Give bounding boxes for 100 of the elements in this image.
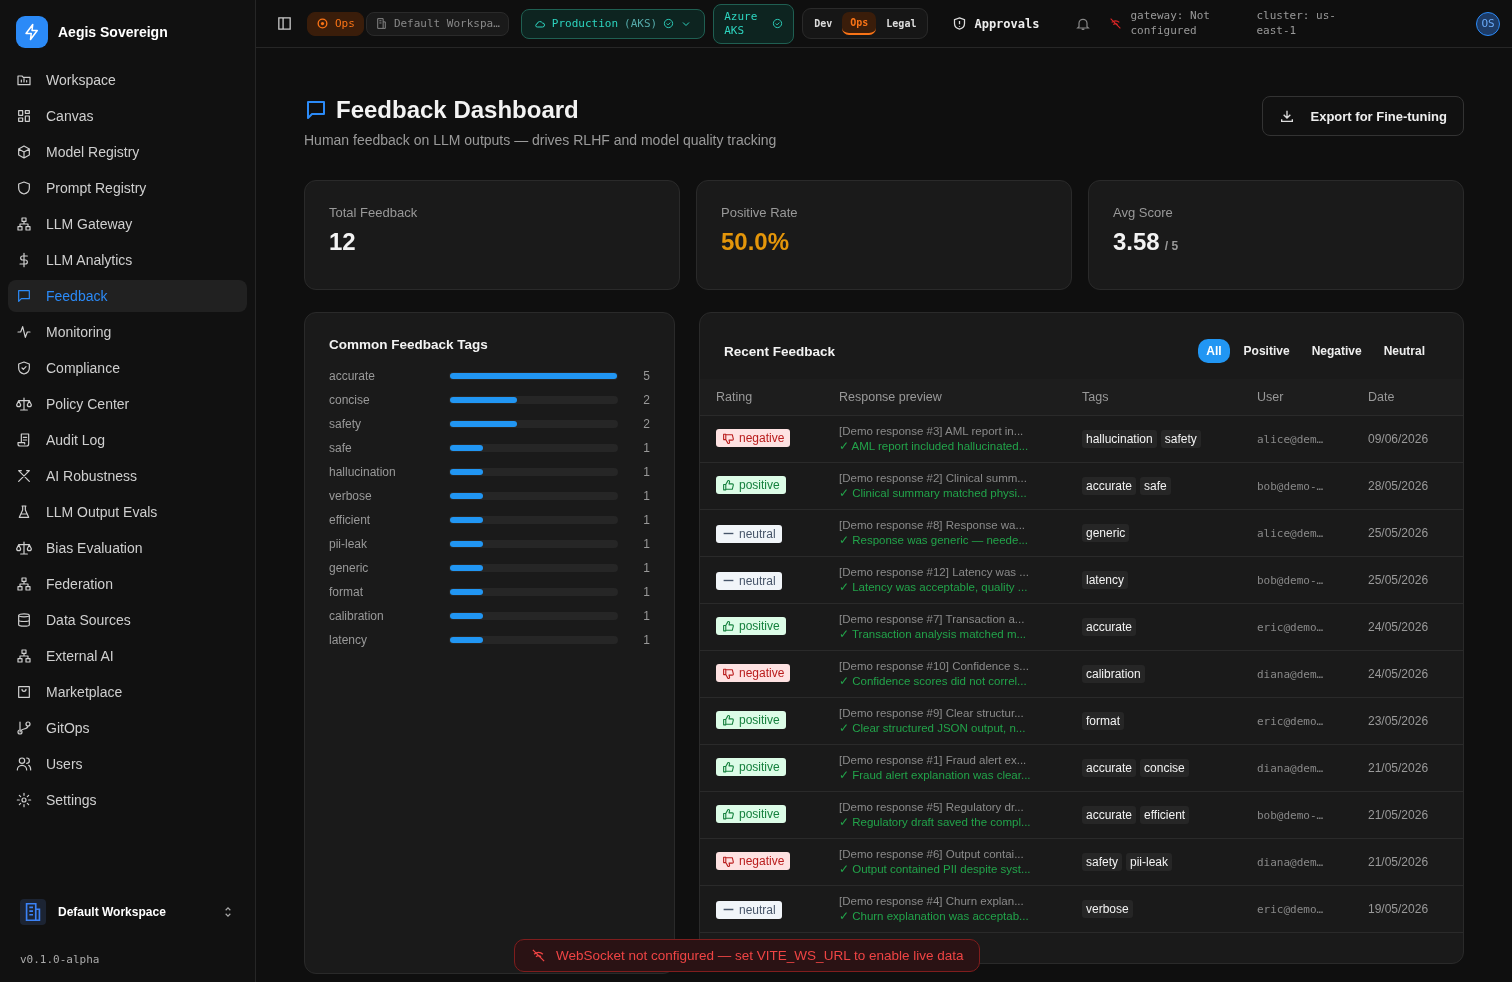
sidebar-item[interactable]: LLM Gateway [8, 208, 247, 240]
workspace-switcher[interactable]: Default Workspace [16, 891, 239, 933]
sidebar-item[interactable]: Model Registry [8, 136, 247, 168]
stat-label: Total Feedback [329, 205, 419, 220]
network-icon [16, 216, 32, 232]
feedback-comment: ✓ Output contained PII despite syst... [839, 862, 1032, 876]
date-cell-text: 09/06/2026 [1368, 432, 1430, 446]
filter-tab[interactable]: Neutral [1375, 339, 1433, 363]
feedback-comment: ✓ Clear structured JSON output, n... [839, 721, 1027, 735]
tag-count: 1 [643, 561, 650, 575]
workspace-chip[interactable]: Default Workspa… [365, 11, 509, 36]
sidebar-toggle-icon[interactable] [276, 15, 293, 32]
user-cell-text: diana@dem… [1257, 667, 1325, 681]
building-icon [20, 899, 46, 925]
user-cell-text: alice@dem… [1257, 526, 1325, 540]
sidebar-item[interactable]: Marketplace [8, 676, 247, 708]
stat-value: 3.58 [1113, 228, 1160, 256]
rating-badge: positive [716, 617, 786, 636]
tag-count: 2 [643, 417, 650, 431]
column-header: User [1257, 390, 1285, 404]
check-circle-icon [772, 18, 784, 29]
tag-name: hallucination [329, 465, 397, 479]
version-label: v0.1.0-alpha [19, 952, 101, 968]
tag-name: verbose [329, 489, 373, 503]
feedback-comment: ✓ Latency was acceptable, quality ... [839, 580, 1029, 594]
date-cell-text: 21/05/2026 [1368, 761, 1430, 775]
page-title: Feedback Dashboard [336, 96, 579, 124]
tag-chip: format [1082, 712, 1124, 730]
response-preview: [Demo response #1] Fraud alert ex... [839, 754, 1028, 766]
feedback-comment: ✓ Transaction analysis matched m... [839, 627, 1028, 641]
chat-icon [304, 98, 328, 122]
sidebar-item[interactable]: Prompt Registry [8, 172, 247, 204]
thumbs-up-icon [722, 760, 735, 774]
sidebar-item[interactable]: Monitoring [8, 316, 247, 348]
sidebar-item[interactable]: Workspace [8, 64, 247, 96]
bag-icon [16, 684, 32, 700]
response-preview: [Demo response #10] Confidence s... [839, 660, 1030, 672]
sidebar-item[interactable]: External AI [8, 640, 247, 672]
sidebar-item[interactable]: Data Sources [8, 604, 247, 636]
gateway-status: gateway: Not configured [1130, 9, 1211, 38]
page-subtitle: Human feedback on LLM outputs — drives RLHF and model quality tracking [304, 132, 777, 148]
cluster-chip[interactable]: Azure AKS [713, 3, 795, 44]
filter-tab[interactable]: Positive [1235, 339, 1298, 363]
sidebar-item[interactable]: LLM Analytics [8, 244, 247, 276]
sidebar-item[interactable]: LLM Output Evals [8, 496, 247, 528]
mode-tab[interactable]: Ops [842, 12, 877, 35]
tag-name: calibration [329, 609, 385, 623]
approvals-button[interactable]: Approvals [946, 15, 1046, 32]
stat-value: 12 [329, 228, 356, 256]
sidebar-item[interactable]: Canvas [8, 100, 247, 132]
shield-alert-icon [952, 16, 968, 31]
sidebar-item[interactable]: GitOps [8, 712, 247, 744]
flask-icon [16, 504, 32, 520]
sidebar-item[interactable]: AI Robustness [8, 460, 247, 492]
filter-tab[interactable]: Negative [1303, 339, 1370, 363]
wifi-off-icon [1109, 17, 1123, 30]
pulse-icon [16, 324, 32, 340]
user-cell-text: bob@demo-… [1257, 808, 1325, 822]
sidebar-item[interactable]: Federation [8, 568, 247, 600]
tag-count: 1 [643, 609, 650, 623]
sidebar-item[interactable]: Feedback [8, 280, 247, 312]
tag-chip: safe [1140, 477, 1171, 495]
scales-icon [16, 396, 32, 412]
tag-name: format [329, 585, 364, 599]
user-avatar[interactable]: OS [1476, 11, 1500, 36]
building-icon [374, 17, 388, 30]
tag-chip: concise [1140, 759, 1189, 777]
thumbs-down-icon [722, 666, 735, 680]
response-preview: [Demo response #2] Clinical summ... [839, 472, 1028, 484]
sidebar-item[interactable]: Bias Evaluation [8, 532, 247, 564]
rating-badge: neutral [716, 900, 782, 919]
date-cell-text: 28/05/2026 [1368, 479, 1430, 493]
mode-tab[interactable]: Legal [878, 12, 925, 35]
sidebar-item[interactable]: Users [8, 748, 247, 780]
user-cell-text: bob@demo-… [1257, 479, 1325, 493]
mode-tab[interactable]: Dev [806, 12, 841, 35]
tag-name: generic [329, 561, 370, 575]
date-cell-text: 19/05/2026 [1368, 902, 1430, 916]
sidebar-item[interactable]: Policy Center [8, 388, 247, 420]
tag-chip: generic [1082, 524, 1130, 542]
stat-value: 50.0% [721, 228, 790, 256]
sidebar-item[interactable]: Settings [8, 784, 247, 816]
rating-badge: negative [716, 429, 791, 448]
environment-select[interactable]: Production (AKS) [520, 8, 706, 39]
user-cell-text: eric@demo… [1257, 902, 1325, 916]
tag-chip: verbose [1082, 900, 1133, 918]
tag-name: safety [329, 417, 362, 431]
panel-title: Common Feedback Tags [329, 337, 489, 352]
feedback-comment: ✓ Response was generic — neede... [839, 533, 1029, 547]
response-preview: [Demo response #8] Response wa... [839, 519, 1027, 531]
sidebar-item[interactable]: Compliance [8, 352, 247, 384]
cluster-label: cluster: us-east-1 [1256, 9, 1337, 38]
sidebar-item[interactable]: Audit Log [8, 424, 247, 456]
column-header: Tags [1082, 390, 1110, 404]
persona-chip[interactable]: Ops [307, 11, 364, 36]
feedback-comment: ✓ AML report included hallucinated... [839, 439, 1030, 453]
export-button[interactable]: Export for Fine-tuning [1261, 96, 1464, 136]
stat-suffix: / 5 [1164, 239, 1179, 253]
thumbs-up-icon [722, 807, 735, 821]
feedback-comment: ✓ Churn explanation was acceptab... [839, 909, 1030, 923]
